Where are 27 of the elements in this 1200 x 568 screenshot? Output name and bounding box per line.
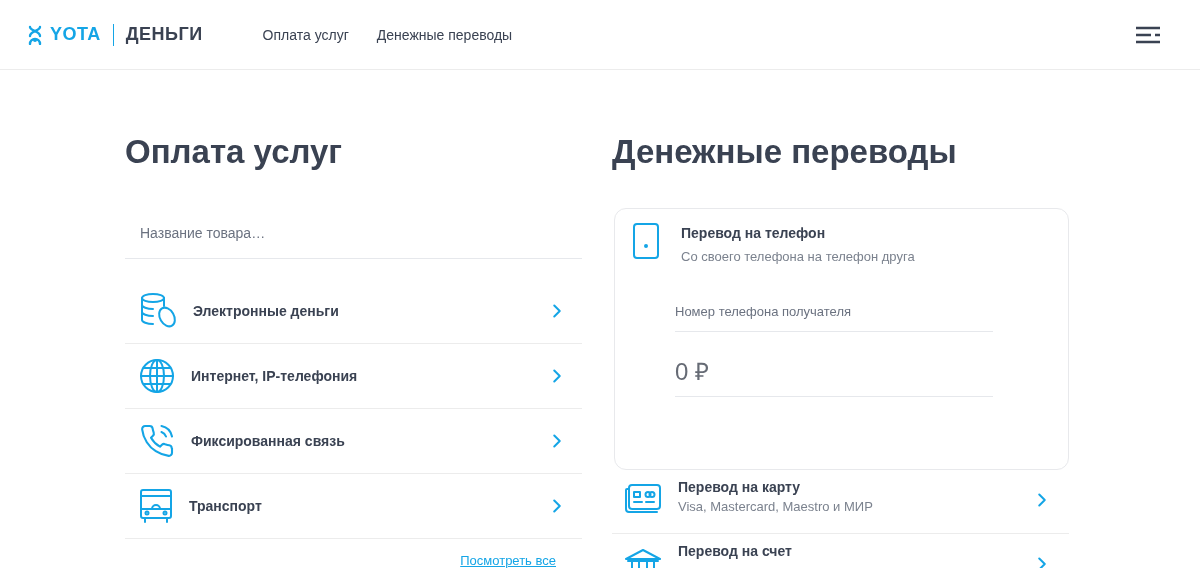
globe-icon xyxy=(139,358,175,394)
service-item[interactable]: Транспорт xyxy=(125,474,582,539)
section-title: Денежные переводы xyxy=(612,132,958,172)
phone-icon xyxy=(139,423,175,459)
coins-icon xyxy=(139,293,177,329)
transfer-title: Перевод на карту xyxy=(678,479,802,495)
transfer-item[interactable]: Перевод на карту Visa, Mastercard, Maestro и МИР xyxy=(612,470,1069,534)
transfer-item[interactable]: Перевод на счет xyxy=(612,534,1069,568)
nav-link[interactable]: Денежные переводы xyxy=(376,26,513,43)
logo-product: ДЕНЬГИ xyxy=(125,24,203,45)
nav-link[interactable]: Оплата услуг xyxy=(262,26,349,43)
bus-icon xyxy=(139,488,173,524)
bank-icon xyxy=(624,547,662,568)
service-item[interactable]: Фиксированная связь xyxy=(125,409,582,474)
transfer-subtitle: Visa, Mastercard, Maestro и МИР xyxy=(678,499,874,514)
transfer-title: Перевод на счет xyxy=(678,543,793,559)
card-title: Перевод на телефон xyxy=(681,225,827,241)
cards-icon xyxy=(624,483,662,513)
smartphone-icon xyxy=(633,223,659,259)
section-title: Оплата услуг xyxy=(125,132,344,172)
phone-number-field[interactable]: Номер телефона получателя xyxy=(675,304,993,332)
card-subtitle: Со своего телефона на телефон друга xyxy=(681,249,915,264)
amount-field[interactable]: 0 ₽ xyxy=(675,356,993,397)
service-item[interactable]: Электронные деньги xyxy=(125,279,582,344)
service-item[interactable]: Интернет, IP-телефония xyxy=(125,344,582,409)
logo-icon xyxy=(28,24,42,45)
logo-brand: YOTA xyxy=(50,24,101,45)
